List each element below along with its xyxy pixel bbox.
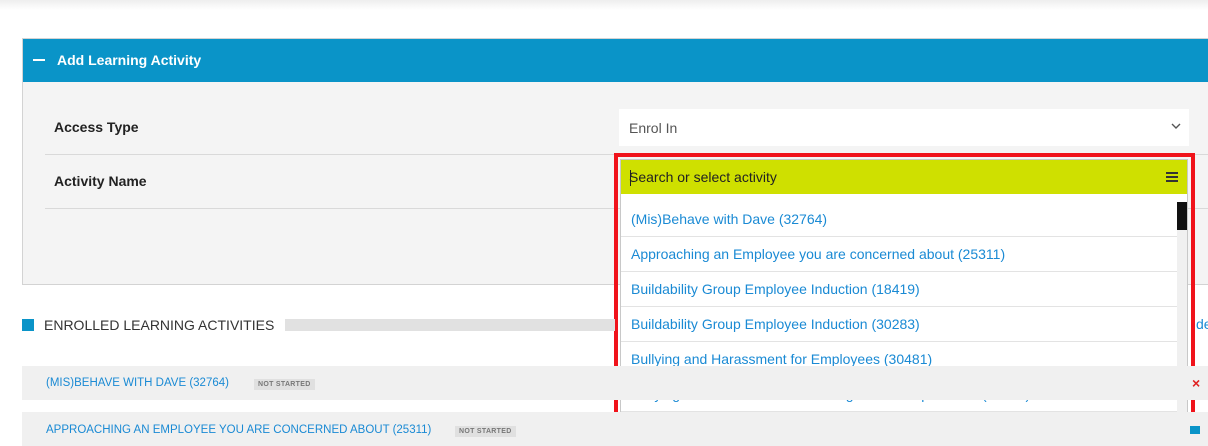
status-badge: NOT STARTED [455,426,516,437]
menu-lines-icon[interactable] [1166,172,1178,182]
enrolled-activity-row: (MIS)BEHAVE WITH DAVE (32764) NOT STARTE… [22,366,1208,400]
activity-option[interactable]: (Mis)Behave with Dave (32764) [621,202,1177,237]
activity-option[interactable]: Buildability Group Employee Induction (1… [621,272,1177,307]
access-type-label: Access Type [54,119,139,135]
truncated-link-text[interactable]: de [1196,316,1208,332]
panel-title: Add Learning Activity [57,52,202,68]
enrolled-section-title: ENROLLED LEARNING ACTIVITIES [44,317,275,333]
section-title-bar [285,319,615,331]
activity-name-label: Activity Name [54,173,147,189]
access-type-value: Enrol In [629,120,678,136]
edge-action-icon[interactable] [1190,426,1200,434]
top-shadow [0,0,1208,10]
panel-header[interactable]: Add Learning Activity [23,39,1208,82]
section-square-icon [22,319,34,331]
remove-icon[interactable]: × [1192,375,1200,391]
activity-search-input[interactable] [629,160,1159,194]
enrolled-activity-link[interactable]: APPROACHING AN EMPLOYEE YOU ARE CONCERNE… [46,424,431,436]
text-caret [630,170,631,186]
activity-option[interactable]: Buildability Group Employee Induction (3… [621,307,1177,342]
dropdown-scrollbar-thumb[interactable] [1177,202,1187,230]
access-type-select[interactable]: Enrol In [619,109,1189,146]
chevron-down-icon [1171,123,1181,129]
activity-option[interactable]: Approaching an Employee you are concerne… [621,237,1177,272]
enrolled-activity-link[interactable]: (MIS)BEHAVE WITH DAVE (32764) [46,377,229,389]
status-badge: NOT STARTED [254,379,315,390]
collapse-minus-icon[interactable] [33,59,45,61]
enrolled-activity-row: APPROACHING AN EMPLOYEE YOU ARE CONCERNE… [22,412,1208,446]
activity-search-wrap[interactable] [621,160,1187,194]
